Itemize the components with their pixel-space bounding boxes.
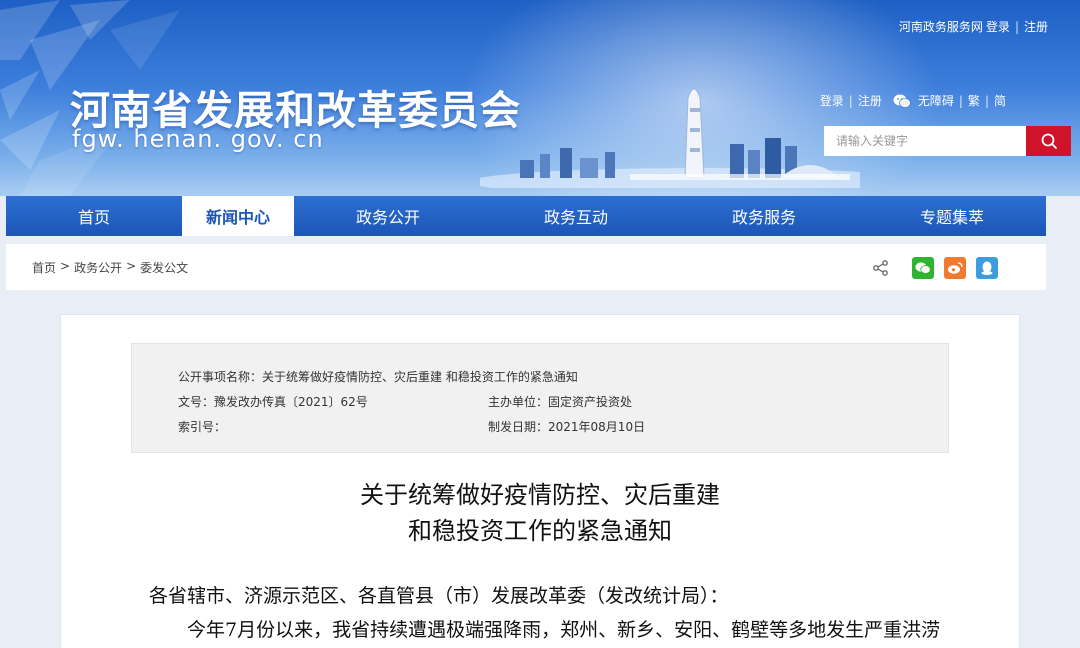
document-title-line-2: 和稳投资工作的紧急通知 xyxy=(408,517,672,545)
search-input[interactable] xyxy=(824,126,1026,156)
traditional-chinese-link[interactable]: 繁 xyxy=(968,92,980,109)
breadcrumb-gov-affairs[interactable]: 政务公开 xyxy=(74,259,122,276)
nav-item-topics[interactable]: 专题集萃 xyxy=(858,196,1046,236)
breadcrumb-documents[interactable]: 委发公文 xyxy=(140,259,188,276)
meta-doc-number: 文号：豫发改办传真〔2021〕62号 xyxy=(178,395,368,409)
meta-issue-date: 制发日期：2021年08月10日 xyxy=(488,420,646,434)
breadcrumb-separator: > xyxy=(126,258,137,273)
nav-item-news[interactable]: 新闻中心 xyxy=(182,196,294,236)
simplified-chinese-link[interactable]: 简 xyxy=(994,92,1006,109)
utility-links: 登录 | 注册 无障碍 | 繁 | 简 xyxy=(820,92,1006,109)
share-tools xyxy=(870,257,998,279)
topbar-login-link[interactable]: 登录 xyxy=(986,18,1010,35)
nav-item-gov-affairs[interactable]: 政务公开 xyxy=(294,196,482,236)
divider: | xyxy=(984,93,989,108)
main-nav: 首页 新闻中心 政务公开 政务互动 政务服务 专题集萃 xyxy=(6,196,1046,236)
document-paragraph: 今年7月份以来，我省持续遭遇极端强降雨，郑州、新乡、安阳、鹤壁等多地发生严重洪涝 xyxy=(187,619,941,641)
document-salutation: 各省辖市、济源示范区、各直管县（市）发展改革委（发改统计局）： xyxy=(149,585,729,607)
accessibility-link[interactable]: 无障碍 xyxy=(918,92,954,109)
wechat-icon[interactable] xyxy=(893,93,911,109)
share-icon[interactable] xyxy=(870,257,892,279)
city-skyline-image xyxy=(480,88,860,188)
breadcrumb-home[interactable]: 首页 xyxy=(32,259,56,276)
divider: | xyxy=(1014,19,1019,34)
login-link[interactable]: 登录 xyxy=(820,92,844,109)
topbar-links: 河南政务服务网 登录 | 注册 xyxy=(899,18,1048,35)
meta-department: 主办单位：固定资产投资处 xyxy=(488,395,633,409)
search-box xyxy=(824,126,1071,156)
meta-index-number: 索引号： xyxy=(178,420,227,434)
site-domain: fgw. henan. gov. cn xyxy=(72,125,324,153)
breadcrumb-bar: 首页 > 政务公开 > 委发公文 xyxy=(6,244,1046,290)
article-card: 公开事项名称：关于统筹做好疫情防控、灾后重建 和稳投资工作的紧急通知 文号：豫发… xyxy=(60,314,1020,648)
nav-item-interaction[interactable]: 政务互动 xyxy=(482,196,670,236)
register-link[interactable]: 注册 xyxy=(858,92,882,109)
document-title-line-1: 关于统筹做好疫情防控、灾后重建 xyxy=(360,481,720,509)
search-icon xyxy=(1041,133,1057,149)
site-header: 河南政务服务网 登录 | 注册 河南省发展和改革委员会 fgw. henan. … xyxy=(0,0,1080,196)
document-meta-box: 公开事项名称：关于统筹做好疫情防控、灾后重建 和稳投资工作的紧急通知 文号：豫发… xyxy=(131,343,949,453)
divider: | xyxy=(848,93,853,108)
topbar-register-link[interactable]: 注册 xyxy=(1024,18,1048,35)
nav-item-services[interactable]: 政务服务 xyxy=(670,196,858,236)
meta-item-name: 公开事项名称：关于统筹做好疫情防控、灾后重建 和稳投资工作的紧急通知 xyxy=(178,370,578,384)
portal-link[interactable]: 河南政务服务网 xyxy=(899,18,983,35)
nav-item-home[interactable]: 首页 xyxy=(6,196,182,236)
breadcrumb-separator: > xyxy=(60,258,71,273)
search-button[interactable] xyxy=(1026,126,1071,156)
divider: | xyxy=(958,93,963,108)
wechat-share-icon[interactable] xyxy=(912,257,934,279)
weibo-share-icon[interactable] xyxy=(944,257,966,279)
qq-share-icon[interactable] xyxy=(976,257,998,279)
breadcrumb: 首页 > 政务公开 > 委发公文 xyxy=(32,259,188,276)
